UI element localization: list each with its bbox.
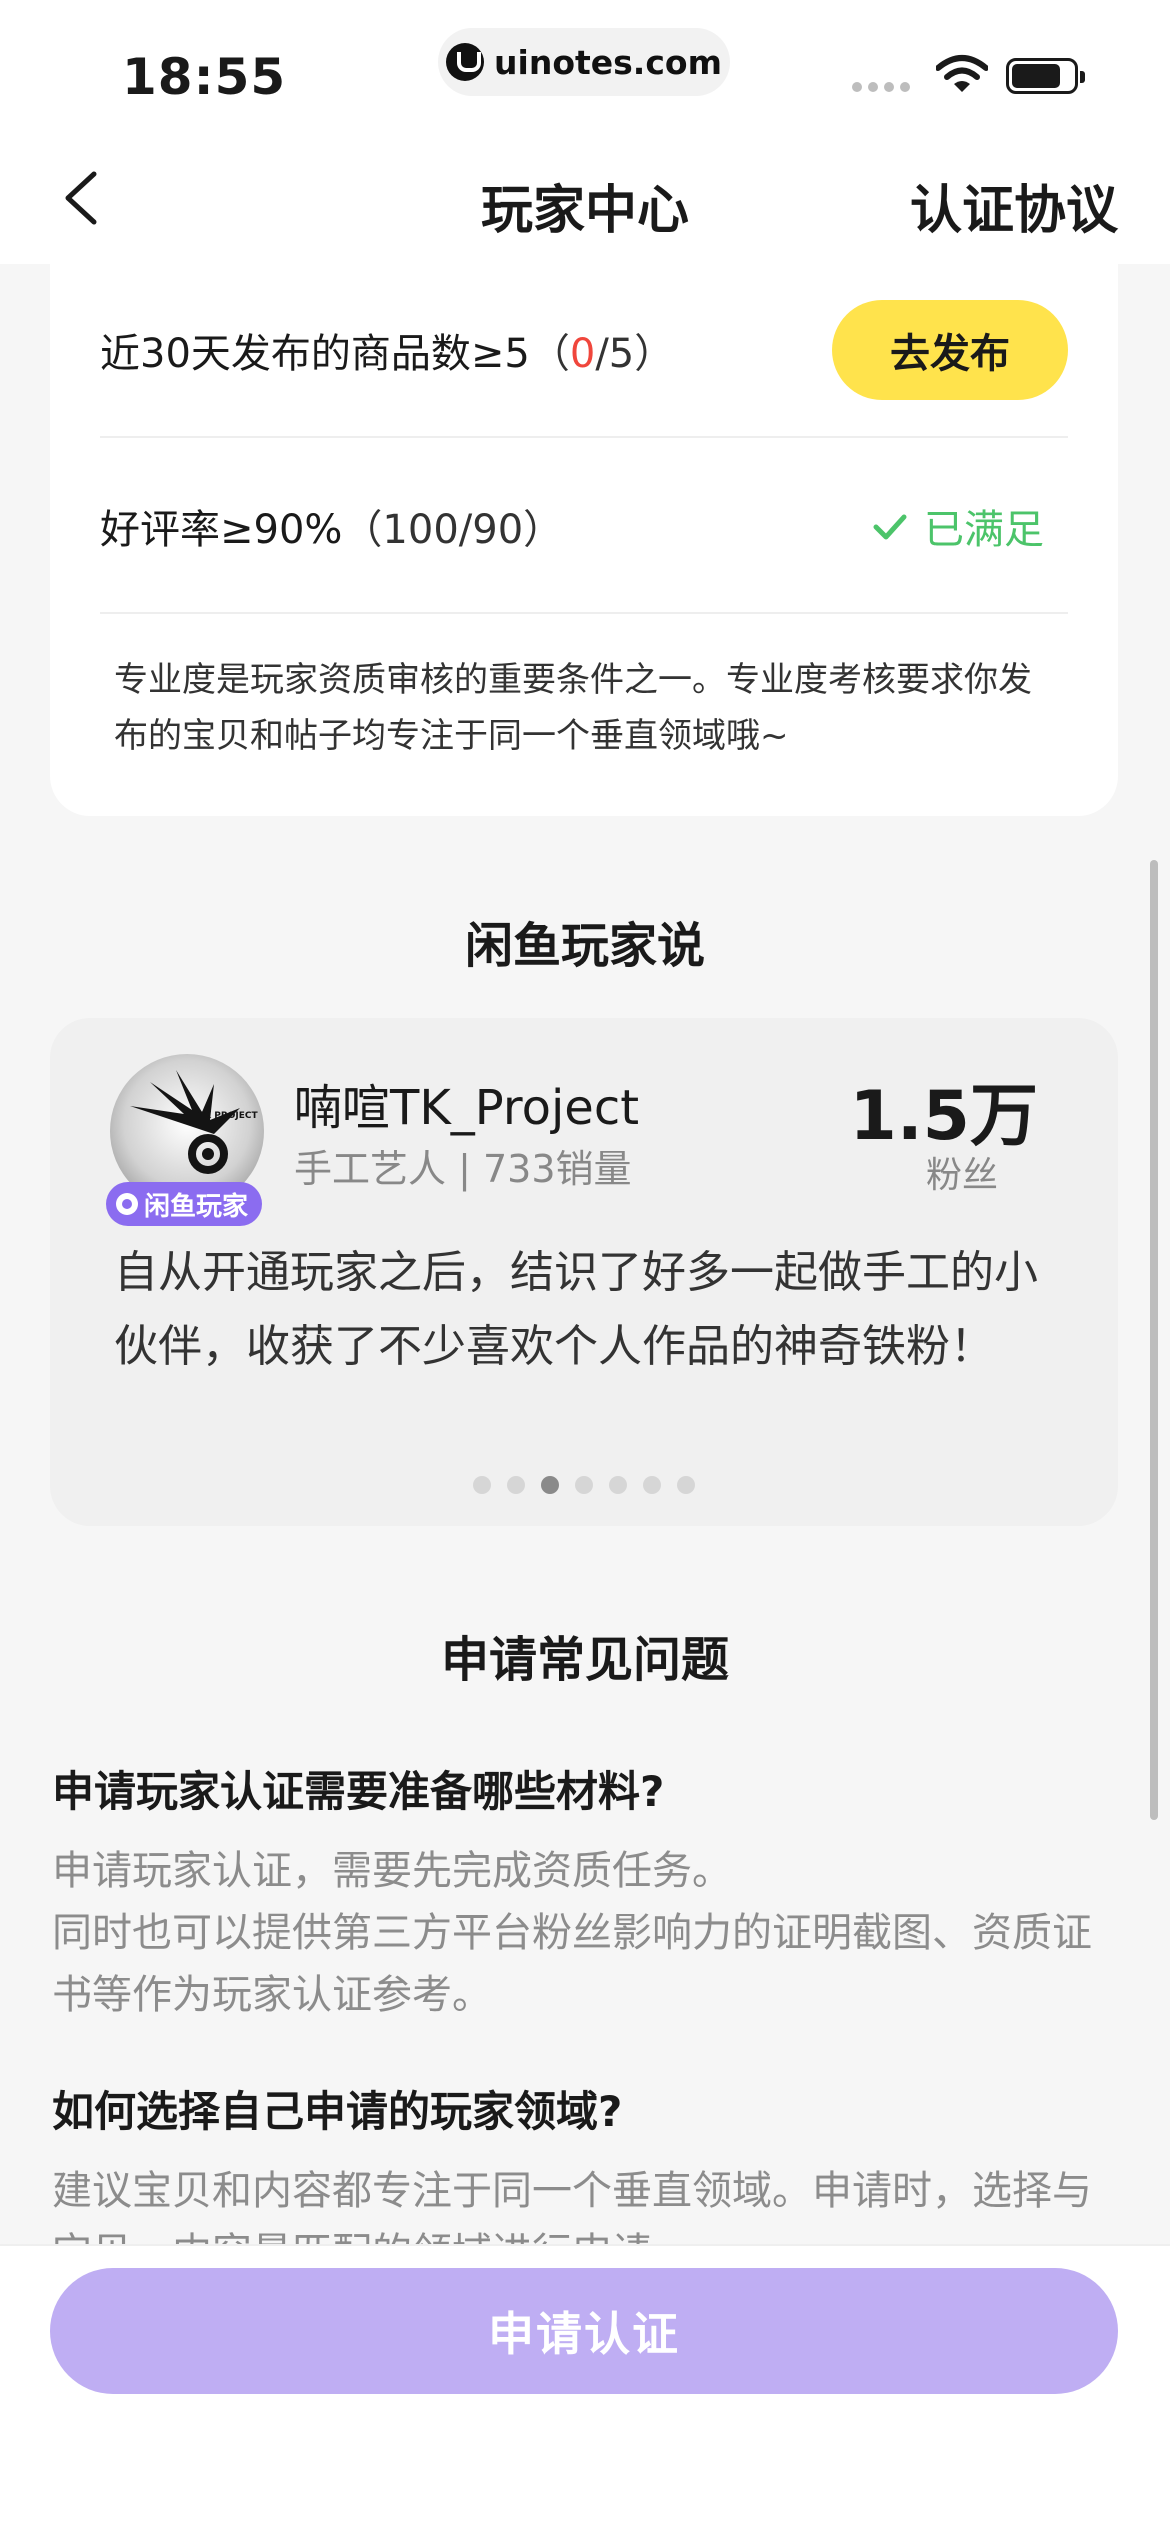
requirement-label: 好评率≥90%（100/90） [100,507,564,553]
faq-answer: 申请玩家认证，需要先完成资质任务。 同时也可以提供第三方平台粉丝影响力的证明截图… [52,1848,1092,2018]
checkmark-icon [873,514,907,540]
requirement-note: 专业度是玩家资质审核的重要条件之一。专业度考核要求你发布的宝贝和帖子均专注于同一… [114,660,1032,756]
wifi-icon [936,55,988,92]
svg-text:TK PROJECT: TK PROJECT [198,1111,259,1121]
url-pill[interactable]: uinotes.com [438,28,730,96]
carousel-dot[interactable] [643,1476,661,1494]
carousel-dot[interactable] [609,1476,627,1494]
requirement-label: 近30天发布的商品数≥5（0/5） [100,331,675,377]
battery-icon [1006,58,1085,94]
carousel-dot[interactable] [473,1476,491,1494]
testimonial-quote: 自从开通玩家之后，结识了好多一起做手工的小伙伴，收获了不少喜欢个人作品的神奇铁粉… [114,1247,1038,1372]
star-icon [116,1193,138,1215]
carousel-dot[interactable] [575,1476,593,1494]
url-text: uinotes.com [494,42,722,82]
faq-section-title: 申请常见问题 [0,1620,1170,1690]
fans-label: 粉丝 [925,1155,998,1196]
carousel-dot[interactable] [507,1476,525,1494]
faq-question: 申请玩家认证需要准备哪些材料? [52,1767,665,1816]
player-badge: 闲鱼玩家 [106,1182,263,1226]
status-bar: 18:55 uinotes.com [0,0,1170,140]
fans-count: 1.5万 [849,1077,1038,1156]
site-logo-icon [446,43,485,81]
page: 近30天发布的商品数≥5（0/5） 去发布 好评率≥90%（100/90） 已满… [0,0,1170,2532]
carousel-dot[interactable] [541,1476,559,1494]
user-name: 喃喧TK_Project [294,1080,640,1136]
faq-question: 如何选择自己申请的玩家领域? [52,2087,623,2136]
scrollbar[interactable] [1150,860,1158,1820]
requirements-card: 近30天发布的商品数≥5（0/5） 去发布 好评率≥90%（100/90） 已满… [50,180,1118,816]
user-subtitle: 手工艺人 | 733销量 [294,1147,632,1191]
testimonial-card[interactable]: TK PROJECT 闲鱼玩家 喃喧TK_Project 手工艺人 | 733销… [50,1018,1118,1526]
requirement-status: 已满足 [870,497,1068,555]
cellular-signal-icon [852,82,910,92]
carousel-dot[interactable] [677,1476,695,1494]
go-publish-button[interactable]: 去发布 [832,300,1068,400]
requirement-current-count: 0 [569,331,596,377]
requirement-row-rating: 好评率≥90%（100/90） 已满足 [100,440,1068,614]
testimonial-section-title: 闲鱼玩家说 [0,906,1170,976]
agreement-link[interactable]: 认证协议 [910,168,1118,243]
status-time: 18:55 [122,48,287,106]
apply-certification-button[interactable]: 申请认证 [50,2268,1118,2394]
requirement-row-posts: 近30天发布的商品数≥5（0/5） 去发布 [100,264,1068,438]
carousel-dots[interactable] [50,1476,1118,1494]
nav-bar: 玩家中心 认证协议 [0,140,1170,264]
